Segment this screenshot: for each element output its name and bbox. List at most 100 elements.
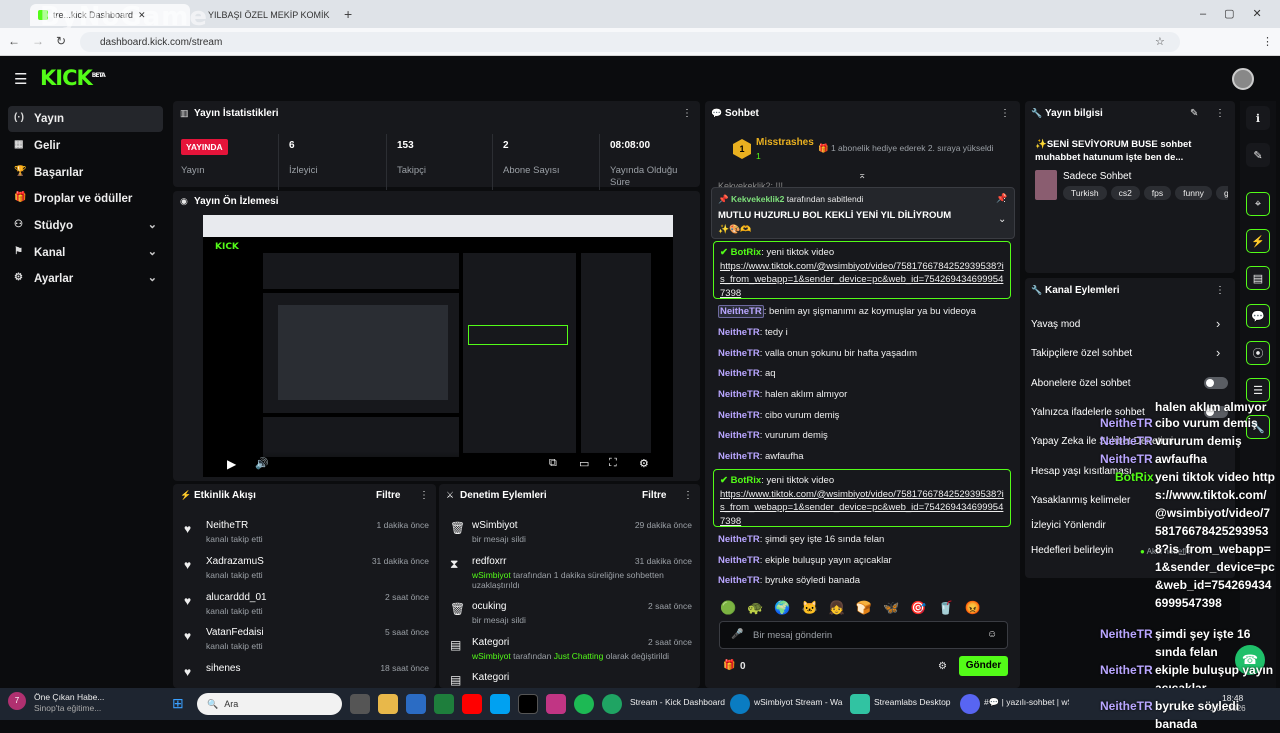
explorer-icon[interactable]: [378, 694, 398, 714]
more-icon[interactable]: ⋮: [683, 490, 693, 501]
chat-username[interactable]: NeitheTR: [718, 575, 760, 586]
theater-icon[interactable]: ▭: [579, 457, 589, 470]
pencil-icon[interactable]: ✎: [1246, 143, 1270, 167]
taskbar-search[interactable]: 🔍 Ara: [197, 693, 342, 715]
taskbar-app[interactable]: wSimbiyot Stream - Wa: [754, 697, 846, 707]
play-icon[interactable]: ▶: [227, 457, 236, 471]
chat-username[interactable]: NeitheTR: [718, 430, 760, 441]
bot-link[interactable]: https://www.tiktok.com/@wsimbiyot/video/…: [720, 261, 1004, 299]
taskbar-app[interactable]: #💬 | yazılı-sohbet | wS: [984, 697, 1069, 708]
collapse-icon[interactable]: ⌅: [858, 170, 866, 181]
info-icon[interactable]: ℹ: [1246, 106, 1270, 130]
more-icon[interactable]: ⋮: [682, 108, 692, 119]
kick-logo[interactable]: KICKBETA: [40, 66, 106, 90]
action-slow-mode[interactable]: Yavaş mod: [1031, 319, 1231, 330]
edit-icon[interactable]: ✎: [1190, 108, 1198, 119]
bot-name[interactable]: BotRix: [731, 247, 762, 258]
app-icon[interactable]: [490, 694, 510, 714]
sidebar-item-yayin[interactable]: (·) Yayın: [8, 106, 163, 132]
chat-username[interactable]: NeitheTR: [718, 451, 760, 462]
chat-settings-icon[interactable]: ⚙: [938, 661, 947, 672]
edge-icon[interactable]: [730, 694, 750, 714]
lightning-icon[interactable]: ⚡: [1246, 229, 1270, 253]
tag[interactable]: gam: [1215, 186, 1228, 200]
reload-icon[interactable]: ↻: [56, 34, 66, 48]
streamlabs-icon[interactable]: [850, 694, 870, 714]
mod-actor[interactable]: wSimbiyot: [472, 570, 511, 580]
chat-username[interactable]: NeitheTR: [718, 305, 764, 318]
moderation-filter-button[interactable]: Filtre: [642, 490, 666, 501]
sidebar-item-ayarlar[interactable]: ⚙ Ayarlar ⌄: [8, 266, 163, 292]
tag[interactable]: fps: [1143, 186, 1172, 200]
star-icon[interactable]: ☆: [1155, 35, 1165, 48]
action-subs-only[interactable]: Abonelere özel sohbet: [1031, 378, 1231, 389]
category-name[interactable]: Sadece Sohbet: [1063, 171, 1131, 182]
feed-name[interactable]: alucarddd_01: [206, 592, 267, 603]
browser-menu-icon[interactable]: ⋮: [1262, 35, 1273, 48]
gift-box-icon[interactable]: 🎁: [723, 660, 735, 671]
chat-username[interactable]: NeitheTR: [718, 348, 760, 359]
pin-user[interactable]: Kekvekeklik2: [731, 194, 784, 204]
chat-username[interactable]: NeitheTR: [718, 327, 760, 338]
mod-name[interactable]: wSimbiyot: [472, 520, 518, 531]
more-icon[interactable]: ⋮: [1000, 193, 1009, 204]
more-icon[interactable]: ⋮: [419, 490, 429, 501]
mod-name[interactable]: ocuking: [472, 601, 506, 612]
more-icon[interactable]: ⋮: [1000, 108, 1010, 119]
chrome-icon[interactable]: [602, 694, 622, 714]
sidebar-item-kanal[interactable]: ⚑ Kanal ⌄: [8, 240, 163, 266]
settings-icon[interactable]: ⚙: [639, 457, 649, 470]
windows-start-icon[interactable]: ⊞: [172, 695, 184, 712]
tag[interactable]: cs2: [1110, 186, 1140, 200]
forward-arrow-icon[interactable]: →: [32, 34, 44, 48]
chat-icon[interactable]: 💬: [1246, 304, 1270, 328]
mod-actor[interactable]: wSimbiyot: [472, 651, 511, 661]
sidebar-item-basarilar[interactable]: 🏆 Başarılar: [8, 160, 163, 186]
bot-link[interactable]: https://www.tiktok.com/@wsimbiyot/video/…: [720, 489, 1004, 527]
tag[interactable]: funny: [1175, 186, 1212, 200]
chat-username[interactable]: NeitheTR: [718, 410, 760, 421]
browser-tab-video[interactable]: YILBAŞI ÖZEL MEKİP KOMİK: [195, 4, 335, 26]
chat-username[interactable]: NeitheTR: [718, 555, 760, 566]
new-tab-button[interactable]: +: [344, 6, 352, 22]
taskview-icon[interactable]: [350, 694, 370, 714]
microphone-icon[interactable]: 🎤: [731, 629, 743, 640]
tiktok-icon[interactable]: [518, 694, 538, 714]
more-icon[interactable]: ⋮: [1215, 108, 1225, 119]
emoji-icon[interactable]: ☺: [987, 629, 997, 640]
chevron-right-icon[interactable]: ›: [1216, 345, 1220, 360]
back-arrow-icon[interactable]: ←: [8, 34, 20, 48]
sidebar-item-droplar[interactable]: 🎁 Droplar ve ödüller: [8, 186, 163, 212]
stream-preview-video[interactable]: KICK ▶ 🔊 ⧉ ▭ ⛶ ⚙: [203, 215, 673, 477]
excel-icon[interactable]: [434, 694, 454, 714]
menu-icon[interactable]: ☰: [14, 70, 27, 88]
capture-icon[interactable]: ⌖: [1246, 192, 1270, 216]
volume-icon[interactable]: 🔊: [255, 457, 269, 470]
chat-username[interactable]: NeitheTR: [718, 389, 760, 400]
window-controls[interactable]: –▢✕: [1200, 7, 1280, 20]
address-bar[interactable]: dashboard.kick.com/stream: [80, 32, 1180, 52]
emote-bar[interactable]: 🟢🐢🌍🐱👧🍞🦋🎯🥤😡: [720, 600, 1010, 616]
more-icon[interactable]: ⋮: [1215, 285, 1225, 296]
chevron-right-icon[interactable]: ›: [1216, 316, 1220, 331]
discord-icon[interactable]: [960, 694, 980, 714]
send-button[interactable]: Gönder: [959, 656, 1008, 676]
spotify-icon[interactable]: [574, 694, 594, 714]
tag[interactable]: Turkish: [1063, 186, 1107, 200]
feed-name[interactable]: XadrazamuS: [206, 556, 264, 567]
subs-only-toggle[interactable]: [1204, 377, 1228, 389]
feed-name[interactable]: NeitheTR: [206, 520, 248, 531]
chat-username[interactable]: NeitheTR: [718, 368, 760, 379]
chat-username[interactable]: NeitheTR: [718, 534, 760, 545]
sidebar-item-studyo[interactable]: ⚇ Stüdyo ⌄: [8, 213, 163, 239]
fullscreen-icon[interactable]: ⛶: [609, 457, 617, 470]
feed-name[interactable]: sihenes: [206, 663, 240, 674]
outlook-icon[interactable]: [406, 694, 426, 714]
broadcast-icon[interactable]: ⦿: [1246, 341, 1270, 365]
chevron-down-icon[interactable]: ⌄: [998, 214, 1006, 225]
avatar[interactable]: [1232, 68, 1254, 90]
document-icon[interactable]: ▤: [1246, 266, 1270, 290]
instagram-icon[interactable]: [546, 694, 566, 714]
mod-category[interactable]: Just Chatting: [554, 651, 604, 661]
top-gifter-name[interactable]: Misstrashes: [756, 137, 814, 148]
